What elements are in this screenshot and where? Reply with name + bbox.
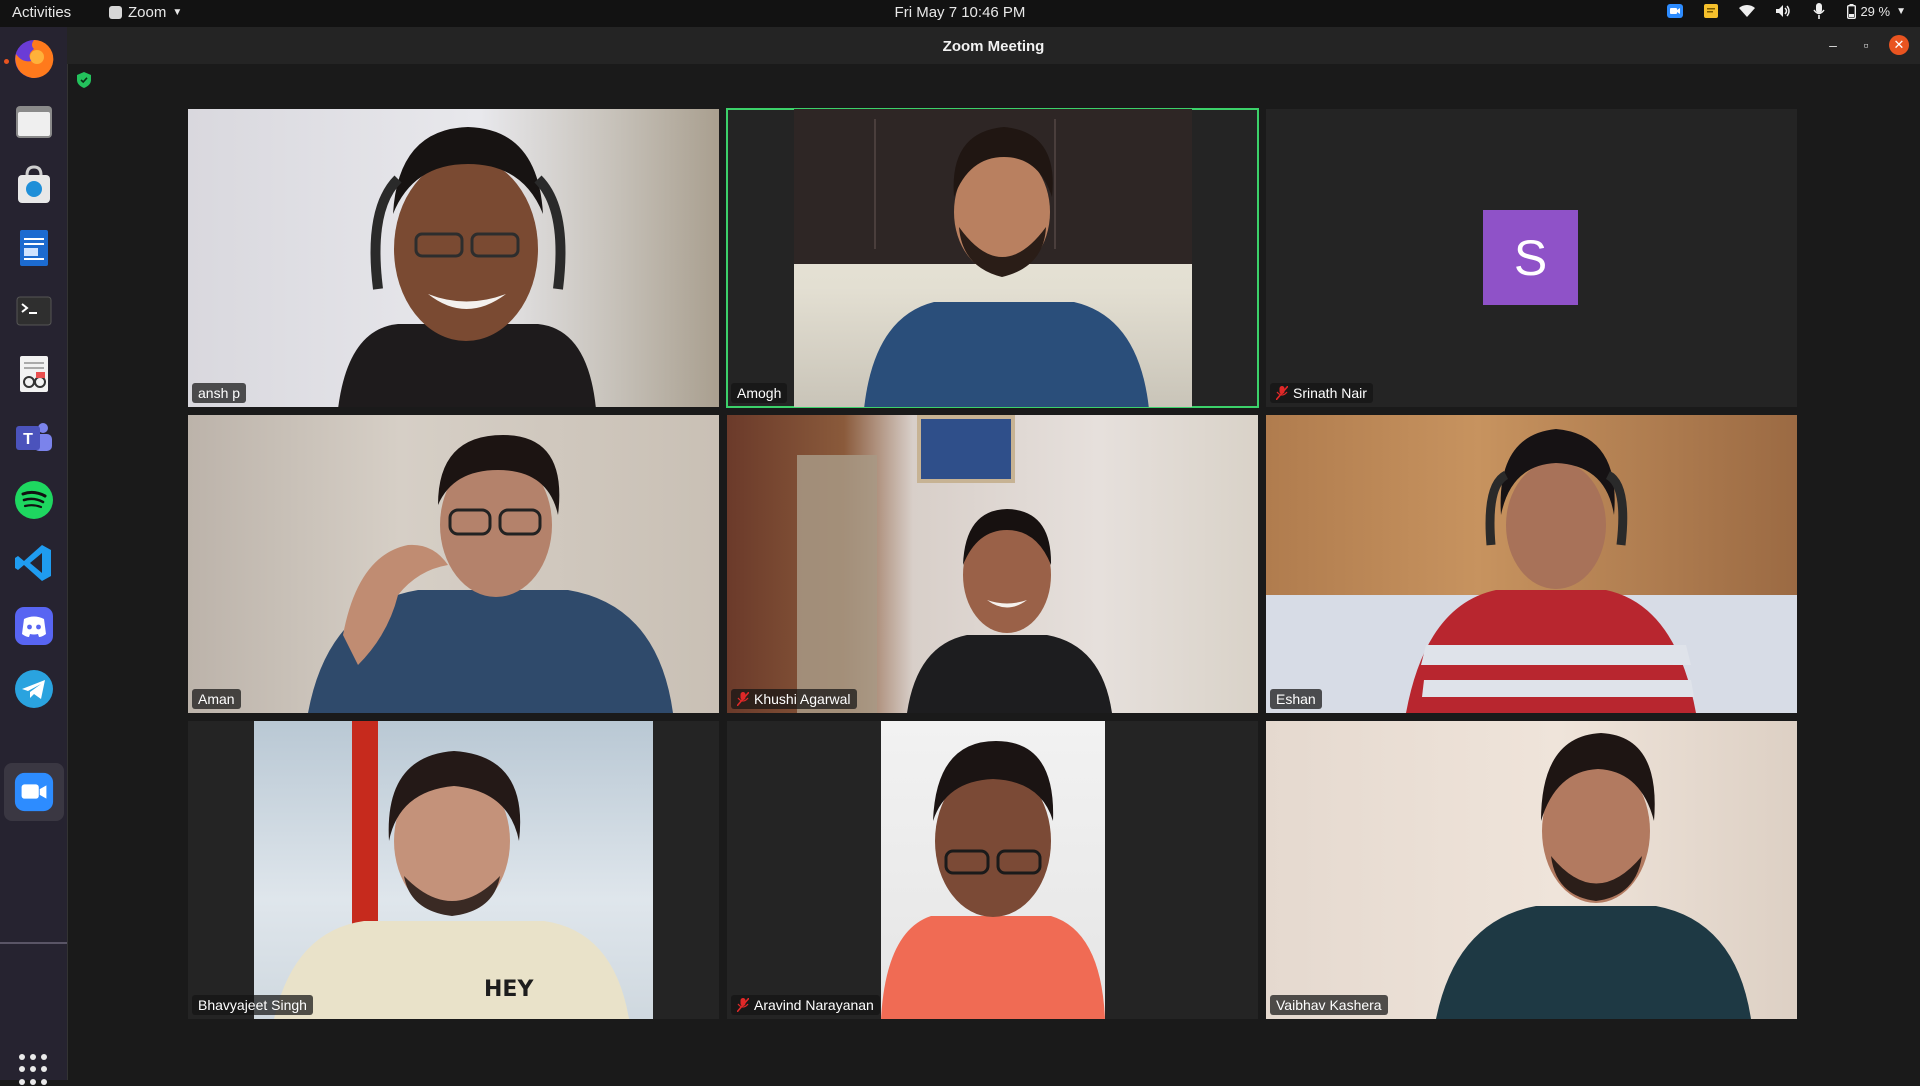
participant-name-label: ansh p bbox=[192, 383, 247, 403]
svg-text:T: T bbox=[23, 431, 33, 448]
window-title: Zoom Meeting bbox=[942, 38, 1045, 55]
participant-name-label: Amogh bbox=[731, 383, 788, 403]
participant-avatar: S bbox=[1483, 210, 1578, 305]
close-icon[interactable]: ✕ bbox=[1889, 35, 1909, 55]
participant-name: Bhavyajeet Singh bbox=[198, 997, 307, 1013]
restore-icon[interactable]: ▫ bbox=[1856, 35, 1876, 55]
participant-name: Aravind Narayanan bbox=[754, 997, 874, 1013]
participant-video bbox=[308, 435, 673, 713]
participant-name-label: Eshan bbox=[1270, 689, 1322, 709]
participant-video bbox=[881, 741, 1105, 1019]
video-feed bbox=[1266, 415, 1797, 713]
participant-name: Khushi Agarwal bbox=[754, 691, 851, 707]
dock-separator bbox=[0, 942, 67, 944]
top-bar: Activities Zoom ▼ Fri May 7 10:46 PM 29 … bbox=[0, 0, 1920, 27]
teams-icon[interactable]: T bbox=[12, 415, 56, 459]
video-feed bbox=[188, 109, 719, 407]
video-feed bbox=[1266, 721, 1797, 1019]
telegram-icon[interactable] bbox=[12, 667, 56, 711]
battery-indicator[interactable]: 29 % ▼ bbox=[1847, 3, 1906, 19]
participant-name: Aman bbox=[198, 691, 235, 707]
participant-video bbox=[907, 509, 1112, 713]
app-menu[interactable]: Zoom ▼ bbox=[109, 4, 182, 21]
firefox-icon[interactable] bbox=[12, 37, 56, 81]
participant-tile[interactable]: HEY Bhavyajeet Singh bbox=[188, 721, 719, 1019]
participant-name-label: Vaibhav Kashera bbox=[1270, 995, 1388, 1015]
encryption-shield-icon[interactable] bbox=[77, 72, 91, 88]
participant-tile[interactable]: S Srinath Nair bbox=[1266, 109, 1797, 407]
video-feed bbox=[881, 721, 1105, 1019]
zoom-app-icon bbox=[109, 6, 122, 19]
participant-tile[interactable]: Eshan bbox=[1266, 415, 1797, 713]
window-titlebar: Zoom Meeting – ▫ ✕ bbox=[67, 27, 1920, 64]
muted-microphone-icon bbox=[737, 692, 749, 706]
participant-name-label: Aravind Narayanan bbox=[731, 995, 880, 1015]
files-icon[interactable] bbox=[12, 100, 56, 144]
svg-text:HEY: HEY bbox=[484, 977, 534, 1002]
participant-video bbox=[1406, 429, 1696, 713]
system-tray: 29 % ▼ bbox=[1667, 3, 1906, 19]
muted-microphone-icon bbox=[737, 998, 749, 1012]
video-feed bbox=[727, 415, 1258, 713]
microphone-icon[interactable] bbox=[1811, 3, 1827, 19]
participant-name-label: Bhavyajeet Singh bbox=[192, 995, 313, 1015]
participant-name: Vaibhav Kashera bbox=[1276, 997, 1382, 1013]
video-feed bbox=[188, 415, 719, 713]
clock[interactable]: Fri May 7 10:46 PM bbox=[895, 4, 1026, 21]
participant-name: Srinath Nair bbox=[1293, 385, 1367, 401]
participant-tile-active-speaker[interactable]: Amogh bbox=[726, 108, 1259, 408]
participant-tile[interactable]: Vaibhav Kashera bbox=[1266, 721, 1797, 1019]
discord-icon[interactable] bbox=[12, 604, 56, 648]
zoom-icon[interactable] bbox=[4, 763, 64, 821]
participant-video bbox=[338, 127, 596, 407]
participant-name: ansh p bbox=[198, 385, 241, 401]
participant-tile[interactable]: ansh p bbox=[188, 109, 719, 407]
participant-video bbox=[864, 127, 1149, 407]
document-viewer-icon[interactable] bbox=[12, 352, 56, 396]
vscode-icon[interactable] bbox=[12, 541, 56, 585]
zoom-tray-icon[interactable] bbox=[1667, 3, 1684, 19]
participant-name: Eshan bbox=[1276, 691, 1316, 707]
participant-name: Amogh bbox=[737, 385, 782, 401]
participant-name-label: Aman bbox=[192, 689, 241, 709]
running-indicator bbox=[4, 59, 9, 64]
terminal-icon[interactable] bbox=[12, 289, 56, 333]
dock: T bbox=[0, 27, 68, 1085]
muted-microphone-icon bbox=[1276, 386, 1288, 400]
minimize-icon[interactable]: – bbox=[1823, 35, 1843, 55]
caret-down-icon: ▼ bbox=[172, 7, 183, 18]
participant-video bbox=[1436, 733, 1751, 1019]
system-menu-caret-icon: ▼ bbox=[1896, 5, 1906, 17]
spotify-icon[interactable] bbox=[12, 478, 56, 522]
notes-tray-icon[interactable] bbox=[1703, 3, 1719, 19]
participant-video: HEY bbox=[274, 751, 629, 1019]
participant-tile[interactable]: Khushi Agarwal bbox=[727, 415, 1258, 713]
battery-icon bbox=[1847, 3, 1857, 19]
participant-name-label: Srinath Nair bbox=[1270, 383, 1373, 403]
show-applications-icon[interactable] bbox=[19, 1054, 51, 1086]
activities-button[interactable]: Activities bbox=[12, 4, 71, 21]
wifi-icon[interactable] bbox=[1739, 3, 1756, 19]
video-feed bbox=[794, 109, 1192, 407]
participant-name-label: Khushi Agarwal bbox=[731, 689, 857, 709]
participant-tile[interactable]: Aravind Narayanan bbox=[727, 721, 1258, 1019]
video-feed: HEY bbox=[254, 721, 653, 1019]
app-menu-label: Zoom bbox=[128, 4, 167, 21]
battery-percentage: 29 % bbox=[1860, 3, 1891, 19]
participant-tile[interactable]: Aman bbox=[188, 415, 719, 713]
writer-icon[interactable] bbox=[12, 226, 56, 270]
software-icon[interactable] bbox=[12, 163, 56, 207]
volume-icon[interactable] bbox=[1775, 3, 1791, 19]
